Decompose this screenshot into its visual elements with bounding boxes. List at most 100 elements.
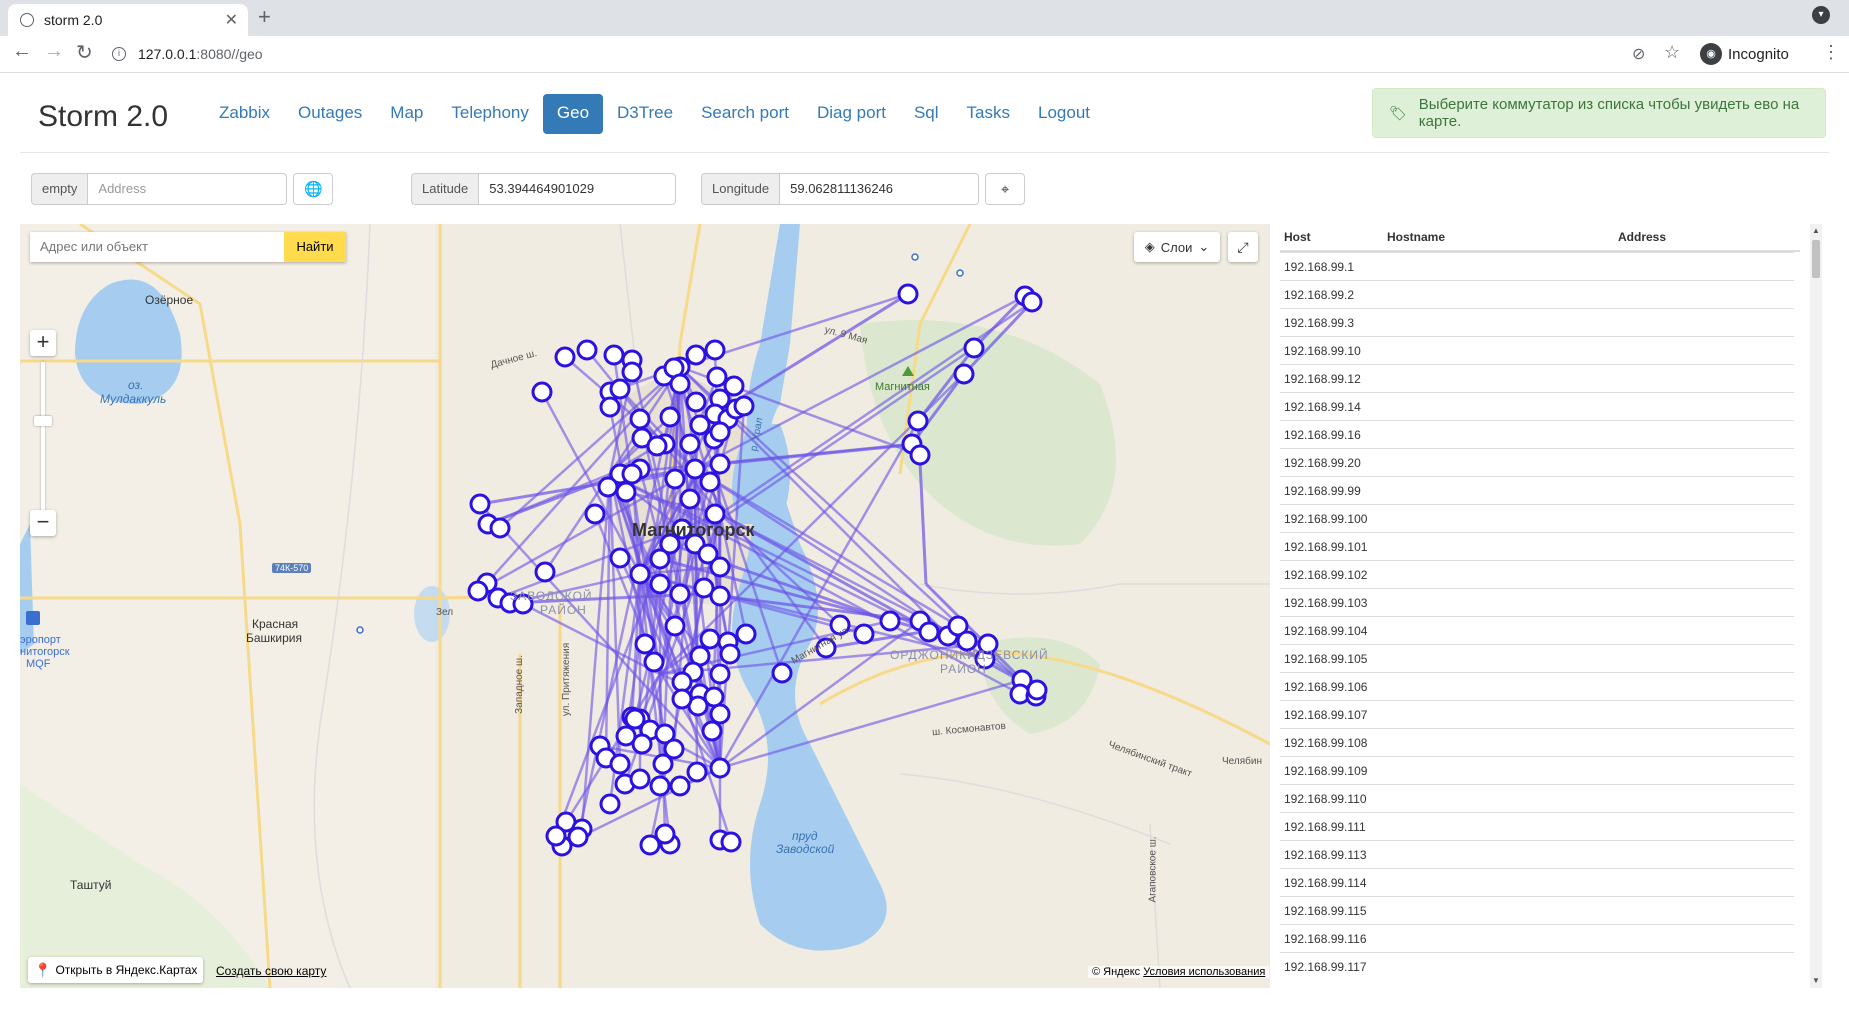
new-tab-button[interactable]: + xyxy=(258,4,271,30)
table-row[interactable]: 192.168.99.101 xyxy=(1280,532,1794,561)
fullscreen-button[interactable]: ⤢ xyxy=(1228,232,1258,262)
browser-tab[interactable]: storm 2.0 ✕ xyxy=(8,4,248,36)
switch-marker[interactable] xyxy=(599,793,621,815)
table-row[interactable]: 192.168.99.108 xyxy=(1280,728,1794,757)
zoom-slider[interactable] xyxy=(41,362,45,532)
scroll-down-icon[interactable]: ▼ xyxy=(1811,976,1821,985)
col-address[interactable]: Address xyxy=(1618,230,1666,244)
nav-logout[interactable]: Logout xyxy=(1024,94,1104,134)
switch-marker[interactable] xyxy=(609,753,631,775)
switch-marker[interactable] xyxy=(709,421,731,443)
latitude-input[interactable]: 53.394464901029 xyxy=(478,173,677,205)
table-row[interactable]: 192.168.99.2 xyxy=(1280,280,1794,309)
switch-marker[interactable] xyxy=(685,344,707,366)
switch-marker[interactable] xyxy=(576,339,598,361)
terms-link[interactable]: Условия использования xyxy=(1143,966,1265,978)
switch-marker[interactable] xyxy=(953,363,975,385)
close-tab-icon[interactable]: ✕ xyxy=(225,10,238,30)
switch-marker[interactable] xyxy=(531,381,553,403)
table-row[interactable]: 192.168.99.116 xyxy=(1280,924,1794,953)
switch-marker[interactable] xyxy=(643,651,665,673)
nav-sql[interactable]: Sql xyxy=(900,94,953,134)
switch-marker[interactable] xyxy=(709,663,731,685)
nav-zabbix[interactable]: Zabbix xyxy=(205,94,284,134)
col-hostname[interactable]: Hostname xyxy=(1387,230,1445,244)
switch-marker[interactable] xyxy=(629,768,651,790)
table-row[interactable]: 192.168.99.12 xyxy=(1280,364,1794,393)
switch-marker[interactable] xyxy=(603,344,625,366)
nav-map[interactable]: Map xyxy=(376,94,437,134)
back-button[interactable]: ← xyxy=(12,40,32,63)
address-input[interactable]: Address xyxy=(87,173,288,205)
table-row[interactable]: 192.168.99.105 xyxy=(1280,644,1794,673)
switch-marker[interactable] xyxy=(704,339,726,361)
geo-map[interactable]: Озёрное оз. Мулдаккуль 74К-570 Красная Б… xyxy=(20,224,1270,988)
info-icon[interactable]: i xyxy=(112,47,126,61)
switch-marker[interactable] xyxy=(897,283,919,305)
switch-marker[interactable] xyxy=(1021,291,1043,313)
nav-d3tree[interactable]: D3Tree xyxy=(603,94,687,134)
switch-marker[interactable] xyxy=(684,458,706,480)
switch-marker[interactable] xyxy=(1026,679,1048,701)
create-map-link[interactable]: Создать свою карту xyxy=(216,964,326,978)
switch-marker[interactable] xyxy=(963,337,985,359)
switch-marker[interactable] xyxy=(609,547,631,569)
switch-marker[interactable] xyxy=(567,826,589,848)
switch-marker[interactable] xyxy=(669,373,691,395)
star-icon[interactable]: ☆ xyxy=(1664,42,1680,63)
layers-button[interactable]: ◈ Слои ⌄ xyxy=(1134,232,1220,262)
switch-marker[interactable] xyxy=(621,463,643,485)
nav-outages[interactable]: Outages xyxy=(284,94,376,134)
reload-button[interactable]: ↻ xyxy=(76,40,93,65)
table-row[interactable]: 192.168.99.107 xyxy=(1280,700,1794,729)
zoom-slider-handle[interactable] xyxy=(34,416,52,426)
table-row[interactable]: 192.168.99.3 xyxy=(1280,308,1794,337)
table-row[interactable]: 192.168.99.113 xyxy=(1280,840,1794,869)
table-row[interactable]: 192.168.99.117 xyxy=(1280,952,1794,981)
switch-marker[interactable] xyxy=(703,686,725,708)
switch-marker[interactable] xyxy=(709,703,731,725)
switch-marker[interactable] xyxy=(907,410,929,432)
switch-marker[interactable] xyxy=(709,757,731,779)
table-row[interactable]: 192.168.99.110 xyxy=(1280,784,1794,813)
switch-marker[interactable] xyxy=(853,623,875,645)
table-scrollbar[interactable]: ▲ ▼ xyxy=(1810,224,1822,988)
switch-marker[interactable] xyxy=(669,583,691,605)
switch-marker[interactable] xyxy=(706,366,728,388)
table-row[interactable]: 192.168.99.102 xyxy=(1280,560,1794,589)
table-row[interactable]: 192.168.99.20 xyxy=(1280,448,1794,477)
table-row[interactable]: 192.168.99.103 xyxy=(1280,588,1794,617)
nav-telephony[interactable]: Telephony xyxy=(437,94,543,134)
switch-marker[interactable] xyxy=(699,471,721,493)
switch-marker[interactable] xyxy=(584,503,606,525)
switch-marker[interactable] xyxy=(609,378,631,400)
map-canvas[interactable] xyxy=(20,224,1270,988)
switch-marker[interactable] xyxy=(624,708,646,730)
switch-marker[interactable] xyxy=(659,406,681,428)
geocode-button[interactable]: 🌐 xyxy=(293,173,334,205)
app-brand[interactable]: Storm 2.0 xyxy=(38,100,168,134)
switch-marker[interactable] xyxy=(664,468,686,490)
switch-marker[interactable] xyxy=(597,476,619,498)
switch-marker[interactable] xyxy=(629,563,651,585)
table-row[interactable]: 192.168.99.99 xyxy=(1280,476,1794,505)
switch-marker[interactable] xyxy=(771,662,793,684)
zoom-out-button[interactable]: − xyxy=(30,510,56,536)
switch-marker[interactable] xyxy=(646,435,668,457)
switch-marker[interactable] xyxy=(554,346,576,368)
eye-off-icon[interactable]: ⊘ xyxy=(1632,44,1645,64)
scroll-thumb[interactable] xyxy=(1812,240,1820,278)
map-search-input[interactable]: Адрес или объект xyxy=(30,232,284,262)
switch-marker[interactable] xyxy=(469,493,491,515)
switch-marker[interactable] xyxy=(701,720,723,742)
incognito-indicator[interactable]: ◉ Incognito xyxy=(1700,42,1789,66)
switch-marker[interactable] xyxy=(735,623,757,645)
switch-marker[interactable] xyxy=(664,615,686,637)
table-row[interactable]: 192.168.99.1 xyxy=(1280,252,1794,281)
address-bar[interactable]: i 127.0.0.1:8080//geo xyxy=(112,40,1672,68)
switch-marker[interactable] xyxy=(467,580,489,602)
switch-marker[interactable] xyxy=(615,481,637,503)
table-row[interactable]: 192.168.99.16 xyxy=(1280,420,1794,449)
switch-marker[interactable] xyxy=(599,396,621,418)
switch-marker[interactable] xyxy=(709,585,731,607)
